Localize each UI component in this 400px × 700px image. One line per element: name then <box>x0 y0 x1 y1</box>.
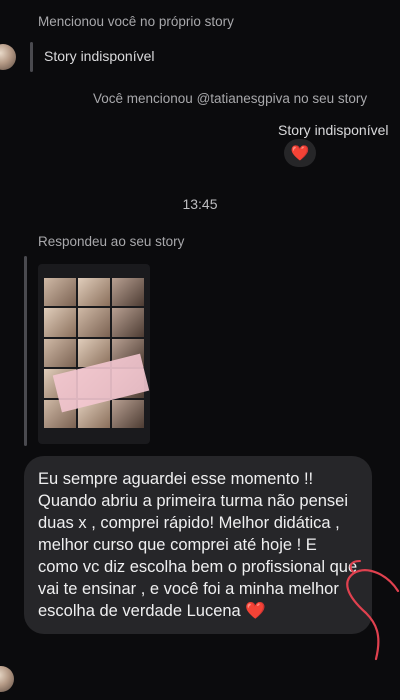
timestamp: 13:45 <box>182 196 218 212</box>
mention-meta: Mencionou você no próprio story <box>38 14 234 29</box>
story-photo-grid <box>44 278 144 428</box>
avatar[interactable] <box>0 44 16 70</box>
avatar[interactable] <box>0 666 14 692</box>
reply-bar <box>24 256 27 446</box>
reply-meta: Respondeu ao seu story <box>38 234 185 249</box>
story-thumbnail[interactable] <box>38 264 150 444</box>
message-text: Eu sempre aguardei esse momento !! Quand… <box>38 470 358 620</box>
reply-bar <box>30 42 33 72</box>
heart-reaction[interactable]: ❤️ <box>284 139 316 167</box>
heart-icon: ❤️ <box>290 145 310 162</box>
message-bubble[interactable]: Eu sempre aguardei esse momento !! Quand… <box>24 456 372 634</box>
incoming-story-status: Story indisponível <box>44 48 155 64</box>
outgoing-mention-meta: Você mencionou @tatianesgpiva no seu sto… <box>93 91 368 106</box>
outgoing-story-status: Story indisponível <box>278 122 389 138</box>
